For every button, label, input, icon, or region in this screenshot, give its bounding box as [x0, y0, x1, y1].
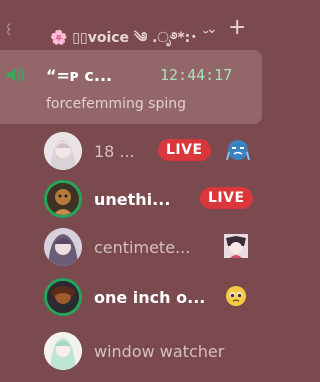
avatar: [44, 278, 82, 316]
add-icon[interactable]: +: [228, 15, 246, 40]
avatar-image: [44, 332, 82, 370]
avatar: [44, 180, 82, 218]
avatar-image: [47, 281, 79, 313]
member-name: window watcher: [94, 342, 225, 361]
avatar: [44, 132, 82, 170]
avatar-image: [44, 228, 82, 266]
voice-member[interactable]: one inch o...: [40, 274, 266, 320]
live-badge: LIVE: [200, 187, 253, 209]
member-name: 18 ...: [94, 142, 135, 161]
avatar-image: [47, 183, 79, 215]
activity-subtitle: forcefemming sping: [46, 96, 186, 112]
avatar-image: [44, 132, 82, 170]
chevron-down-icon[interactable]: ⌄: [206, 21, 218, 37]
activity-timer: 12:44:17: [160, 66, 233, 84]
voice-member[interactable]: centimete...: [40, 224, 266, 270]
now-playing-card[interactable]: “=ᴘ c... 12:44:17 forcefemming sping: [0, 50, 262, 124]
live-badge: LIVE: [158, 139, 211, 161]
activity-title: “=ᴘ c...: [46, 66, 113, 85]
voice-member[interactable]: 18 ... LIVE: [40, 128, 266, 174]
speaker-icon: [6, 68, 25, 82]
avatar: [44, 228, 82, 266]
member-name: centimete...: [94, 238, 191, 257]
channel-header: ꒰ 🌸 ▯▯voice ༄ .ೃ࿔*:･ ˘ ⌄ +: [0, 0, 266, 50]
voice-member[interactable]: unethi... LIVE: [40, 176, 266, 222]
member-name: one inch o...: [94, 288, 206, 307]
header-prefix: ꒰: [4, 24, 15, 39]
avatar: [44, 332, 82, 370]
anime-character-emoji-icon: [224, 234, 248, 258]
member-name: unethi...: [94, 190, 171, 209]
crying-emoji-icon: [226, 140, 250, 161]
pleading-face-emoji-icon: [226, 286, 246, 306]
voice-member[interactable]: window watcher: [40, 328, 266, 374]
